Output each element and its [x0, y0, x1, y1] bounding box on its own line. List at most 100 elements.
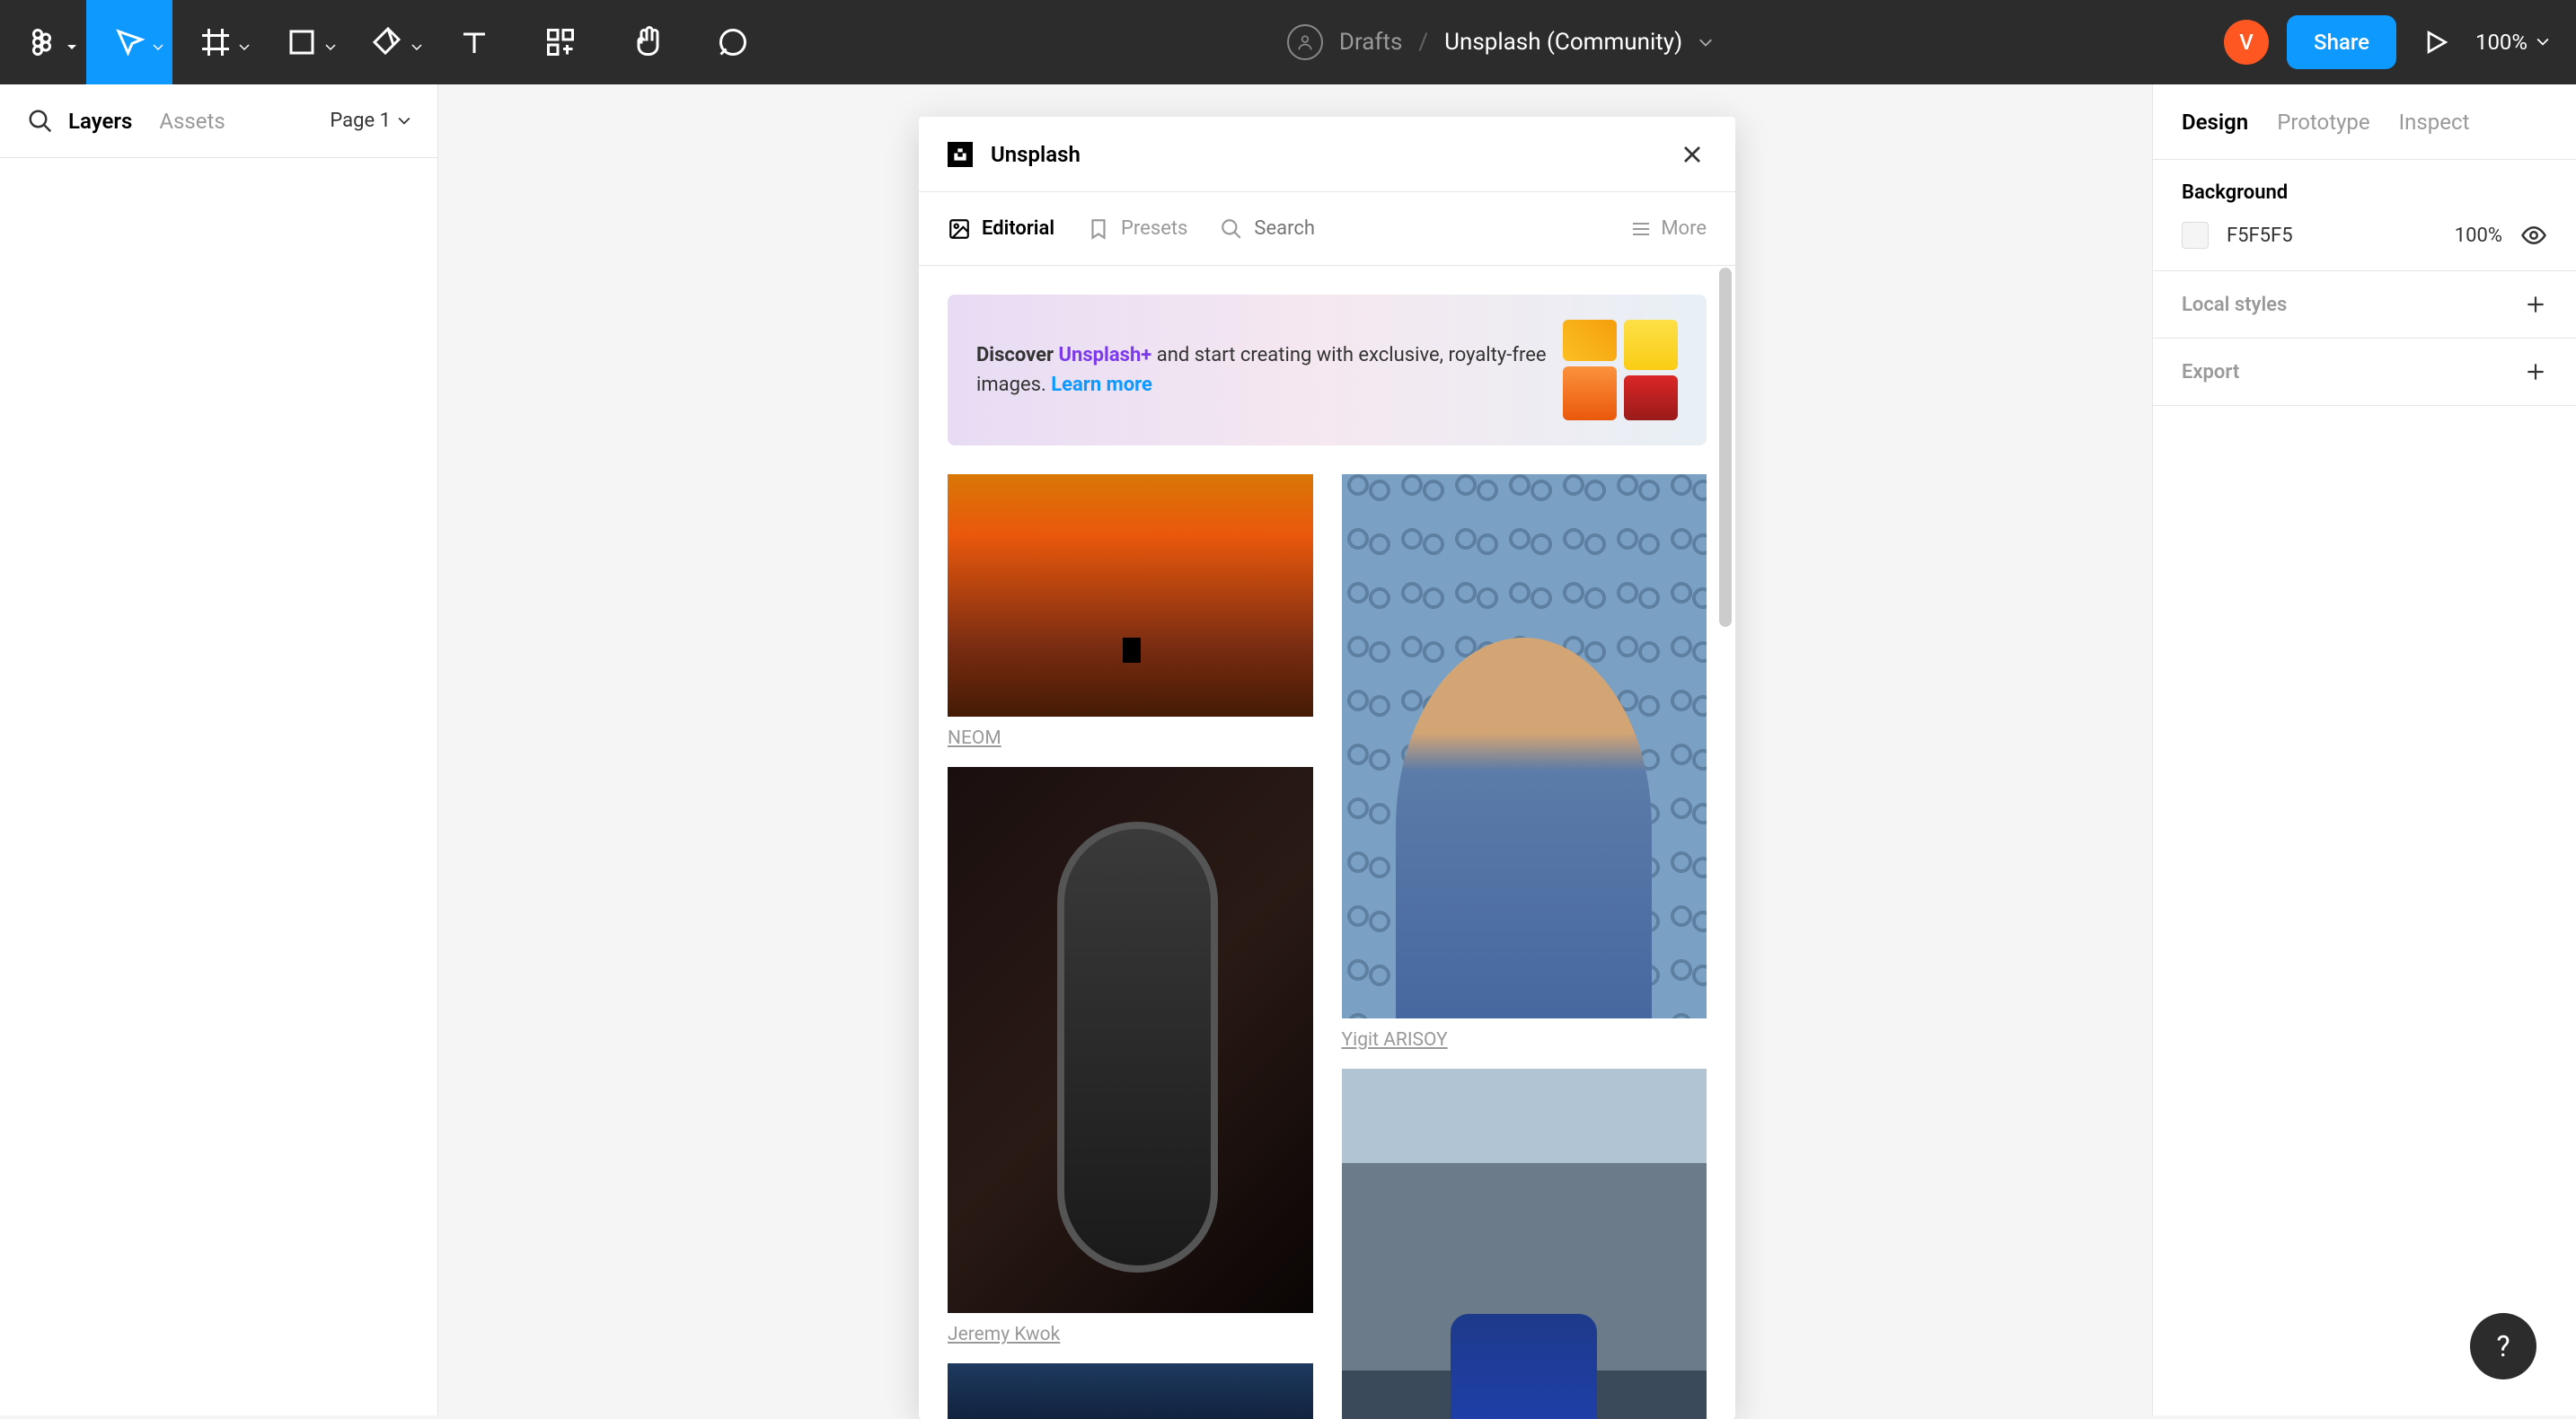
gallery-author-link[interactable]: Yigit ARISOY: [1342, 1029, 1707, 1051]
export-label: Export: [2182, 361, 2239, 383]
chevron-down-icon: [398, 117, 410, 126]
toolbar-right: V Share 100%: [2224, 15, 2576, 69]
gallery-column-left: NEOM Jeremy Kwok: [948, 474, 1313, 1419]
tab-editorial-label: Editorial: [982, 217, 1054, 240]
shape-tool-button[interactable]: [259, 0, 345, 84]
promo-images: [1563, 320, 1678, 420]
gallery-item[interactable]: Yigit ARISOY: [1342, 474, 1707, 1051]
left-panel-header: Layers Assets Page 1: [0, 84, 437, 158]
gallery-item[interactable]: [948, 1363, 1313, 1419]
local-styles-section: Local styles: [2153, 271, 2576, 339]
plugin-header: Unsplash: [919, 117, 1735, 192]
top-toolbar: Drafts / Unsplash (Community) V Share 10…: [0, 0, 2576, 84]
background-color-row[interactable]: F5F5F5 100%: [2182, 222, 2547, 249]
gallery-image[interactable]: [1342, 1069, 1707, 1419]
breadcrumb-file-name[interactable]: Unsplash (Community): [1444, 29, 1682, 56]
resources-tool-button[interactable]: [517, 0, 604, 84]
gallery-image[interactable]: [1342, 474, 1707, 1018]
comment-tool-button[interactable]: [690, 0, 776, 84]
tab-editorial[interactable]: Editorial: [948, 217, 1054, 241]
promo-brand-link[interactable]: Unsplash+: [1059, 344, 1152, 366]
more-button[interactable]: More: [1630, 217, 1707, 240]
chevron-down-icon: [239, 38, 250, 45]
chevron-down-icon: [66, 38, 77, 45]
toolbar-center: Drafts / Unsplash (Community): [776, 24, 2224, 60]
chevron-down-icon: [411, 38, 422, 45]
gallery-author-link[interactable]: Jeremy Kwok: [948, 1324, 1313, 1345]
search-icon: [1220, 217, 1243, 241]
promo-text: Discover Unsplash+ and start creating wi…: [976, 340, 1563, 400]
bookmark-icon: [1087, 217, 1110, 241]
present-button[interactable]: [2414, 21, 2457, 64]
gallery-item[interactable]: Jeremy Kwok: [948, 767, 1313, 1345]
chevron-down-icon[interactable]: [1698, 34, 1713, 51]
more-label: More: [1661, 217, 1707, 240]
page-label: Page 1: [330, 110, 391, 132]
promo-thumbnail: [1624, 320, 1678, 370]
gallery-item[interactable]: NEOM: [948, 474, 1313, 749]
color-swatch[interactable]: [2182, 222, 2209, 249]
gallery-column-right: Yigit ARISOY: [1342, 474, 1707, 1419]
color-opacity-value[interactable]: 100%: [2455, 225, 2502, 247]
text-tool-button[interactable]: [431, 0, 517, 84]
plus-icon[interactable]: [2524, 293, 2547, 316]
plugin-content: Discover Unsplash+ and start creating wi…: [919, 266, 1735, 1419]
chevron-down-icon: [325, 38, 336, 45]
search-field[interactable]: [1220, 217, 1504, 241]
tab-assets[interactable]: Assets: [159, 109, 225, 134]
gallery-author-link[interactable]: NEOM: [948, 727, 1313, 749]
right-panel-tabs: Design Prototype Inspect: [2153, 84, 2576, 160]
search-icon[interactable]: [27, 108, 54, 135]
menu-icon: [1630, 218, 1652, 240]
local-styles-label: Local styles: [2182, 294, 2287, 316]
background-title: Background: [2182, 181, 2547, 204]
breadcrumb-parent[interactable]: Drafts: [1339, 29, 1402, 56]
plugin-tabs: Editorial Presets More: [919, 192, 1735, 266]
promo-thumbnail: [1563, 320, 1617, 361]
gallery-item[interactable]: [1342, 1069, 1707, 1419]
promo-learn-more-link[interactable]: Learn more: [1051, 374, 1152, 396]
tab-design[interactable]: Design: [2182, 110, 2248, 135]
plus-icon[interactable]: [2524, 360, 2547, 383]
gallery-image[interactable]: [948, 1363, 1313, 1419]
tab-prototype[interactable]: Prototype: [2277, 110, 2369, 135]
chevron-down-icon: [2536, 38, 2549, 47]
move-tool-button[interactable]: [86, 0, 172, 84]
pen-tool-button[interactable]: [345, 0, 431, 84]
image-gallery: NEOM Jeremy Kwok Yigit ARISOY: [948, 474, 1707, 1419]
figma-menu-button[interactable]: [0, 0, 86, 84]
chevron-down-icon: [153, 38, 163, 45]
promo-thumbnail: [1624, 375, 1678, 420]
tab-presets[interactable]: Presets: [1087, 217, 1187, 241]
user-avatar[interactable]: V: [2224, 20, 2269, 65]
hand-tool-button[interactable]: [604, 0, 690, 84]
frame-tool-button[interactable]: [172, 0, 259, 84]
image-icon: [948, 217, 971, 241]
export-section: Export: [2153, 339, 2576, 406]
search-input[interactable]: [1254, 217, 1504, 240]
gallery-image[interactable]: [948, 767, 1313, 1313]
share-button[interactable]: Share: [2287, 15, 2396, 69]
help-button[interactable]: ?: [2470, 1313, 2536, 1379]
tab-layers[interactable]: Layers: [68, 109, 132, 134]
color-hex-value[interactable]: F5F5F5: [2227, 225, 2437, 247]
tab-presets-label: Presets: [1121, 217, 1187, 240]
unsplash-plugin-window: Unsplash Editorial Presets More Discover…: [919, 117, 1735, 1419]
close-icon[interactable]: [1678, 140, 1707, 169]
gallery-image[interactable]: [948, 474, 1313, 717]
promo-thumbnail: [1563, 366, 1617, 420]
plugin-title: Unsplash: [991, 142, 1081, 167]
page-selector[interactable]: Page 1: [330, 110, 410, 132]
promo-discover: Discover: [976, 344, 1059, 366]
tab-inspect[interactable]: Inspect: [2399, 110, 2470, 135]
right-panel: Design Prototype Inspect Background F5F5…: [2152, 84, 2576, 1415]
promo-banner[interactable]: Discover Unsplash+ and start creating wi…: [948, 295, 1707, 445]
zoom-selector[interactable]: 100%: [2475, 30, 2549, 55]
background-section: Background F5F5F5 100%: [2153, 160, 2576, 271]
file-owner-avatar[interactable]: [1287, 24, 1323, 60]
unsplash-logo-icon: [948, 142, 973, 167]
left-panel: Layers Assets Page 1: [0, 84, 438, 1415]
breadcrumb-separator: /: [1418, 29, 1428, 56]
visibility-icon[interactable]: [2520, 222, 2547, 249]
zoom-value: 100%: [2475, 30, 2527, 55]
